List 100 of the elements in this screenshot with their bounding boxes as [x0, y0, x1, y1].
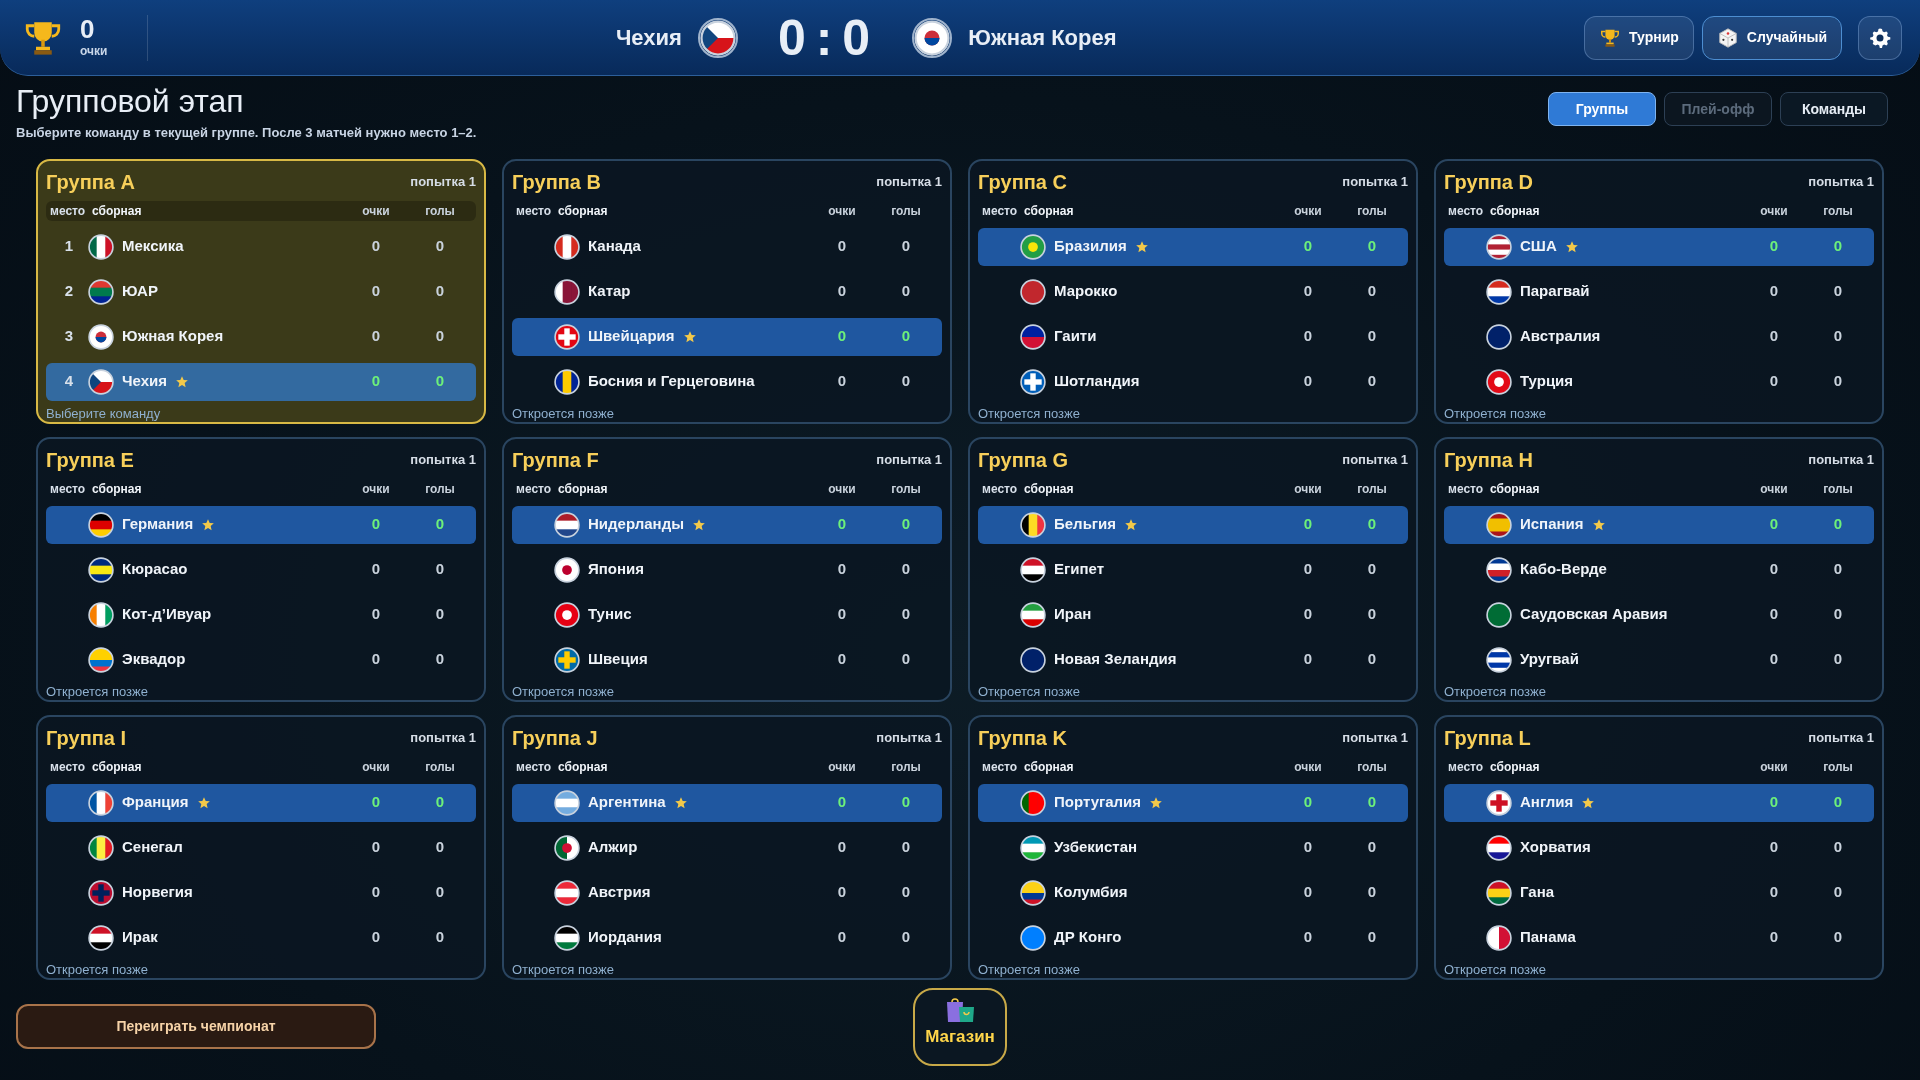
team-row[interactable]: Швейцария 0 0: [512, 317, 942, 356]
team-row[interactable]: Кабо-Верде 0 0: [1444, 550, 1874, 589]
flag-icon: [1020, 834, 1046, 861]
team-row[interactable]: Сенегал 0 0: [46, 828, 476, 867]
team-row[interactable]: Парагвай 0 0: [1444, 272, 1874, 311]
team-row[interactable]: Бразилия 0 0: [978, 227, 1408, 266]
team-row[interactable]: Норвегия 0 0: [46, 873, 476, 912]
team-row[interactable]: Австралия 0 0: [1444, 317, 1874, 356]
team-row[interactable]: Аргентина 0 0: [512, 783, 942, 822]
shop-button[interactable]: Магазин: [913, 987, 1007, 1066]
column-header: очки: [1293, 202, 1323, 220]
team-row[interactable]: Катар 0 0: [512, 272, 942, 311]
points-value: 0: [370, 326, 382, 347]
team-row[interactable]: Португалия 0 0: [978, 783, 1408, 822]
points-value: 0: [1768, 514, 1780, 535]
column-header: очки: [361, 202, 391, 220]
team-row[interactable]: Германия 0 0: [46, 505, 476, 544]
flag-icon: [88, 278, 114, 305]
team-row[interactable]: Кюрасао 0 0: [46, 550, 476, 589]
group-status-text: Откроется позже: [512, 682, 615, 701]
team-name: Кабо-Верде: [1520, 559, 1607, 580]
team-row[interactable]: Турция 0 0: [1444, 362, 1874, 401]
flag-icon: [1020, 511, 1046, 538]
team-row[interactable]: Уругвай 0 0: [1444, 640, 1874, 679]
team-row[interactable]: Кот-д’Ивуар 0 0: [46, 595, 476, 634]
column-header: место: [1448, 758, 1485, 776]
team-row[interactable]: Япония 0 0: [512, 550, 942, 589]
team-name: Ирак: [122, 927, 158, 948]
tournament-button[interactable]: Турнир: [1584, 15, 1694, 60]
team-row[interactable]: Алжир 0 0: [512, 828, 942, 867]
team-row[interactable]: 1 Мексика 0 0: [46, 227, 476, 266]
attempt-label: попытка 1: [876, 728, 942, 747]
team-row[interactable]: Хорватия 0 0: [1444, 828, 1874, 867]
team-row[interactable]: Швеция 0 0: [512, 640, 942, 679]
settings-button[interactable]: [1858, 15, 1902, 60]
team-row[interactable]: Босния и Герцеговина 0 0: [512, 362, 942, 401]
team-row[interactable]: Новая Зеландия 0 0: [978, 640, 1408, 679]
points-value: 0: [836, 281, 848, 302]
team-row[interactable]: 4 Чехия 0 0: [46, 362, 476, 401]
place-number: 2: [63, 281, 75, 302]
group-status-text: Откроется позже: [46, 682, 149, 701]
group-title: Группа E: [46, 447, 134, 473]
team-row[interactable]: Узбекистан 0 0: [978, 828, 1408, 867]
team-row[interactable]: США 0 0: [1444, 227, 1874, 266]
points-value: 0: [836, 559, 848, 580]
team-row[interactable]: Нидерланды 0 0: [512, 505, 942, 544]
flag-icon: [1486, 789, 1512, 816]
points-value: 0: [1768, 236, 1780, 257]
team-row[interactable]: Гаити 0 0: [978, 317, 1408, 356]
team-row[interactable]: Саудовская Аравия 0 0: [1444, 595, 1874, 634]
team-row[interactable]: Панама 0 0: [1444, 918, 1874, 957]
group-status-text: Откроется позже: [1444, 404, 1547, 423]
points-value: 0: [370, 236, 382, 257]
flag-icon: [554, 556, 580, 583]
points-value: 0: [1768, 281, 1780, 302]
team-row[interactable]: Шотландия 0 0: [978, 362, 1408, 401]
column-header: очки: [1293, 758, 1323, 776]
team-row[interactable]: ДР Конго 0 0: [978, 918, 1408, 957]
team-name: Япония: [588, 559, 645, 580]
team-row[interactable]: Гана 0 0: [1444, 873, 1874, 912]
column-header: место: [982, 480, 1019, 498]
view-tab[interactable]: Группы: [1548, 92, 1656, 126]
team-row[interactable]: Тунис 0 0: [512, 595, 942, 634]
team-row[interactable]: Колумбия 0 0: [978, 873, 1408, 912]
team-name: Норвегия: [122, 882, 193, 903]
score-separator: :: [815, 12, 835, 63]
team-row[interactable]: Ирак 0 0: [46, 918, 476, 957]
group-status-text: Откроется позже: [1444, 682, 1547, 701]
goals-value: 0: [1366, 604, 1378, 625]
flag-icon: [1486, 646, 1512, 673]
column-header: место: [516, 202, 553, 220]
team-row[interactable]: Англия 0 0: [1444, 783, 1874, 822]
goals-value: 0: [1832, 326, 1844, 347]
team-row[interactable]: Австрия 0 0: [512, 873, 942, 912]
team-row[interactable]: 2 ЮАР 0 0: [46, 272, 476, 311]
goals-value: 0: [434, 882, 446, 903]
points-value: 0: [1768, 371, 1780, 392]
team-name: Хорватия: [1520, 837, 1591, 858]
random-button[interactable]: Случайный: [1701, 15, 1842, 60]
team-row[interactable]: Испания 0 0: [1444, 505, 1874, 544]
team-row[interactable]: Иордания 0 0: [512, 918, 942, 957]
away-goals: 0: [842, 12, 873, 63]
points-value: 0: [1768, 559, 1780, 580]
goals-value: 0: [434, 326, 446, 347]
goals-value: 0: [1366, 371, 1378, 392]
team-name: Южная Корея: [122, 326, 224, 347]
replay-button[interactable]: Переиграть чемпионат: [16, 1003, 376, 1049]
goals-value: 0: [900, 604, 912, 625]
team-row[interactable]: Бельгия 0 0: [978, 505, 1408, 544]
team-row[interactable]: 3 Южная Корея 0 0: [46, 317, 476, 356]
team-row[interactable]: Марокко 0 0: [978, 272, 1408, 311]
team-row[interactable]: Эквадор 0 0: [46, 640, 476, 679]
team-row[interactable]: Канада 0 0: [512, 227, 942, 266]
flag-icon: [554, 233, 580, 260]
team-row[interactable]: Франция 0 0: [46, 783, 476, 822]
team-row[interactable]: Египет 0 0: [978, 550, 1408, 589]
team-row[interactable]: Иран 0 0: [978, 595, 1408, 634]
goals-value: 0: [1832, 236, 1844, 257]
view-tab[interactable]: Команды: [1780, 92, 1888, 126]
team-name: Тунис: [588, 604, 632, 625]
